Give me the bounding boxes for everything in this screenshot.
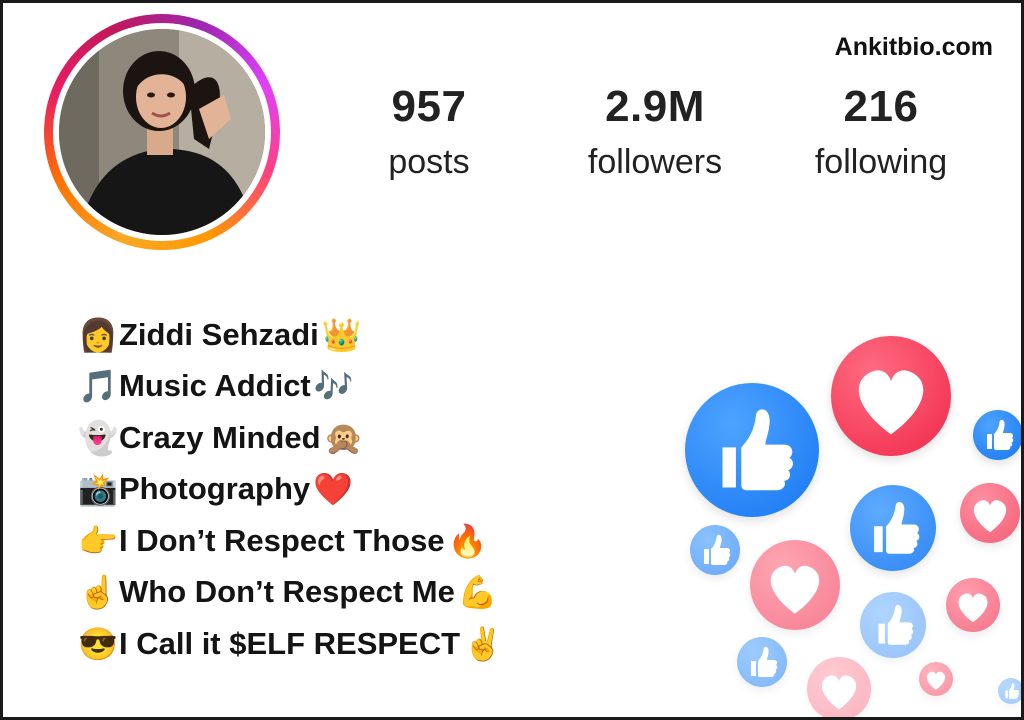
like-bubble bbox=[685, 383, 819, 517]
bio-line-text: Who Don’t Respect Me bbox=[119, 574, 455, 610]
avatar-photo bbox=[59, 29, 265, 235]
pointing-right-emoji-icon: 👉 bbox=[78, 522, 118, 559]
thumbs-up-icon bbox=[987, 419, 1014, 450]
bio-line: 📸 Photography ❤️ bbox=[77, 464, 504, 516]
thumbs-up-icon bbox=[1005, 683, 1019, 699]
love-bubble bbox=[807, 657, 871, 717]
posts-label: posts bbox=[388, 143, 470, 181]
bio-line: ☝️ Who Don’t Respect Me 💪 bbox=[77, 567, 504, 619]
like-bubble bbox=[737, 637, 787, 687]
fire-emoji-icon: 🔥 bbox=[447, 522, 488, 559]
camera-flash-emoji-icon: 📸 bbox=[78, 471, 118, 508]
bio-line-text: I Call it $ELF RESPECT bbox=[119, 625, 461, 661]
flexed-biceps-emoji-icon: 💪 bbox=[457, 574, 498, 611]
love-bubble bbox=[960, 483, 1020, 543]
love-bubble bbox=[919, 662, 953, 696]
site-watermark: Ankitbio.com bbox=[834, 33, 993, 61]
following-count: 216 bbox=[843, 82, 919, 131]
bio-line-text: Music Addict bbox=[119, 368, 311, 404]
heart-icon bbox=[958, 593, 988, 623]
bio-line: 👉 I Don’t Respect Those 🔥 bbox=[77, 515, 504, 567]
like-bubble bbox=[860, 592, 926, 658]
heart-icon bbox=[770, 565, 820, 614]
speak-no-evil-monkey-emoji-icon: 🙊 bbox=[323, 419, 364, 456]
following-stat[interactable]: 216 following bbox=[781, 81, 981, 185]
love-bubble bbox=[831, 336, 951, 456]
bio-line-text: Ziddi Sehzadi bbox=[119, 316, 319, 352]
bio: 👩 Ziddi Sehzadi 👑 🎵 Music Addict 🎶 👻 Cra… bbox=[77, 309, 504, 670]
victory-hand-emoji-icon: ✌️ bbox=[463, 625, 503, 662]
heart-icon bbox=[926, 671, 946, 690]
thumbs-up-icon bbox=[751, 646, 778, 677]
like-bubble bbox=[690, 525, 740, 575]
bio-line-text: I Don’t Respect Those bbox=[119, 522, 445, 558]
posts-count: 957 bbox=[391, 82, 467, 131]
woman-emoji-icon: 👩 bbox=[78, 316, 118, 353]
following-label: following bbox=[814, 143, 948, 181]
sunglasses-face-emoji-icon: 😎 bbox=[78, 625, 118, 662]
ghost-emoji-icon: 👻 bbox=[78, 419, 118, 456]
bio-line: 👩 Ziddi Sehzadi 👑 bbox=[77, 309, 504, 361]
like-bubble bbox=[998, 678, 1021, 704]
thumbs-up-icon bbox=[874, 501, 920, 554]
heart-icon bbox=[973, 500, 1007, 533]
avatar[interactable] bbox=[59, 29, 265, 235]
bio-line: 🎵 Music Addict 🎶 bbox=[77, 361, 504, 413]
heart-icon bbox=[858, 370, 924, 435]
thumbs-up-icon bbox=[722, 409, 793, 491]
love-bubble bbox=[750, 540, 840, 630]
red-heart-emoji-icon: ❤️ bbox=[313, 471, 354, 508]
followers-count: 2.9M bbox=[605, 82, 705, 131]
thumbs-up-icon bbox=[704, 534, 731, 565]
followers-label: followers bbox=[587, 143, 723, 181]
heart-icon bbox=[821, 675, 857, 710]
bio-line-text: Photography bbox=[119, 471, 311, 507]
bio-graphic: Ankitbio.com 957 posts 2.9M followers 21… bbox=[0, 0, 1024, 720]
bio-line-text: Crazy Minded bbox=[119, 419, 321, 455]
story-ring[interactable] bbox=[44, 14, 280, 250]
crown-emoji-icon: 👑 bbox=[321, 316, 362, 353]
love-bubble bbox=[946, 578, 1000, 632]
bio-line: 😎 I Call it $ELF RESPECT ✌️ bbox=[77, 618, 504, 670]
like-bubble bbox=[973, 410, 1021, 460]
bio-line: 👻 Crazy Minded 🙊 bbox=[77, 412, 504, 464]
thumbs-up-icon bbox=[878, 605, 914, 645]
index-pointing-up-emoji-icon: ☝️ bbox=[78, 574, 118, 611]
music-notes-emoji-icon: 🎶 bbox=[313, 368, 354, 405]
posts-stat[interactable]: 957 posts bbox=[329, 81, 529, 185]
like-bubble bbox=[850, 485, 936, 571]
music-note-emoji-icon: 🎵 bbox=[78, 368, 118, 405]
followers-stat[interactable]: 2.9M followers bbox=[555, 81, 755, 185]
